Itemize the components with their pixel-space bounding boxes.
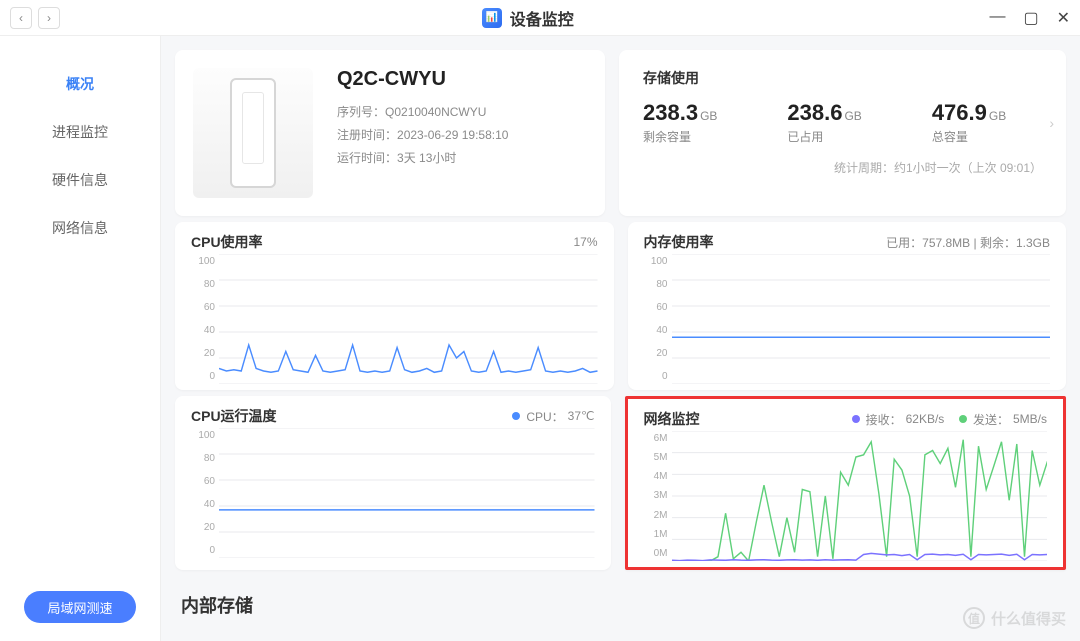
nav-forward-button[interactable]: › xyxy=(38,7,60,29)
cpu-temp-title: CPU运行温度 xyxy=(191,406,277,426)
mem-usage-title: 内存使用率 xyxy=(644,232,714,252)
window-title: 设备监控 xyxy=(510,6,574,30)
window-maximize-button[interactable]: ▢ xyxy=(1023,8,1038,28)
window-minimize-button[interactable]: — xyxy=(989,8,1005,28)
cpu-temp-legend: CPU：37℃ xyxy=(512,408,594,425)
cpu-usage-title: CPU使用率 xyxy=(191,232,263,252)
cpu-usage-chart: CPU使用率 17% 100806040200 xyxy=(175,222,614,390)
dot-icon xyxy=(852,415,860,423)
sidebar-item-process[interactable]: 进程监控 xyxy=(0,108,160,156)
network-monitor-chart: 网络监控 接收：62KB/s 发送：5MB/s 6M5M4M3M2M1M0M xyxy=(625,396,1067,570)
dot-icon xyxy=(512,412,520,420)
mem-usage-chart: 内存使用率 已用：757.8MB | 剩余：1.3GB 100806040200 xyxy=(628,222,1067,390)
watermark: 值 什么值得买 xyxy=(963,607,1066,629)
sidebar: 概况 进程监控 硬件信息 网络信息 局域网测速 xyxy=(0,36,160,641)
device-serial-row: 序列号：Q0210040NCWYU xyxy=(337,103,508,120)
device-name: Q2C-CWYU xyxy=(337,68,508,91)
storage-period: 统计周期：约1小时一次（上次 09:01） xyxy=(643,159,1042,176)
window-close-button[interactable]: ✕ xyxy=(1057,8,1070,28)
main-content: Q2C-CWYU 序列号：Q0210040NCWYU 注册时间：2023-06-… xyxy=(160,36,1080,641)
sidebar-item-hardware[interactable]: 硬件信息 xyxy=(0,156,160,204)
storage-chevron-icon[interactable]: › xyxy=(1049,115,1054,131)
network-title: 网络监控 xyxy=(644,409,700,429)
network-legend: 接收：62KB/s 发送：5MB/s xyxy=(852,411,1047,428)
device-info-card: Q2C-CWYU 序列号：Q0210040NCWYU 注册时间：2023-06-… xyxy=(175,50,605,216)
device-uptime-row: 运行时间：3天 13小时 xyxy=(337,149,508,166)
dot-icon xyxy=(959,415,967,423)
nav-back-button[interactable]: ‹ xyxy=(10,7,32,29)
watermark-icon: 值 xyxy=(963,607,985,629)
cpu-usage-value: 17% xyxy=(573,235,597,249)
sidebar-item-overview[interactable]: 概况 xyxy=(0,60,160,108)
app-icon: 📊 xyxy=(482,8,502,28)
device-regtime-row: 注册时间：2023-06-29 19:58:10 xyxy=(337,126,508,143)
storage-free: 238.3GB 剩余容量 xyxy=(643,100,717,145)
cpu-temp-chart: CPU运行温度 CPU：37℃ 100806040200 xyxy=(175,396,611,570)
titlebar: ‹ › 📊 设备监控 — ▢ ✕ xyxy=(0,0,1080,36)
device-image xyxy=(193,68,313,198)
mem-usage-value: 已用：757.8MB | 剩余：1.3GB xyxy=(886,234,1050,251)
storage-card: 存储使用 238.3GB 剩余容量 238.6GB 已占用 476.9GB 总容… xyxy=(619,50,1066,216)
storage-title: 存储使用 xyxy=(643,68,1042,88)
internal-storage-title: 内部存储 xyxy=(175,584,1066,626)
storage-total: 476.9GB 总容量 xyxy=(932,100,1006,145)
lan-speed-test-button[interactable]: 局域网测速 xyxy=(24,591,136,623)
storage-used: 238.6GB 已占用 xyxy=(787,100,861,145)
sidebar-item-network[interactable]: 网络信息 xyxy=(0,204,160,252)
